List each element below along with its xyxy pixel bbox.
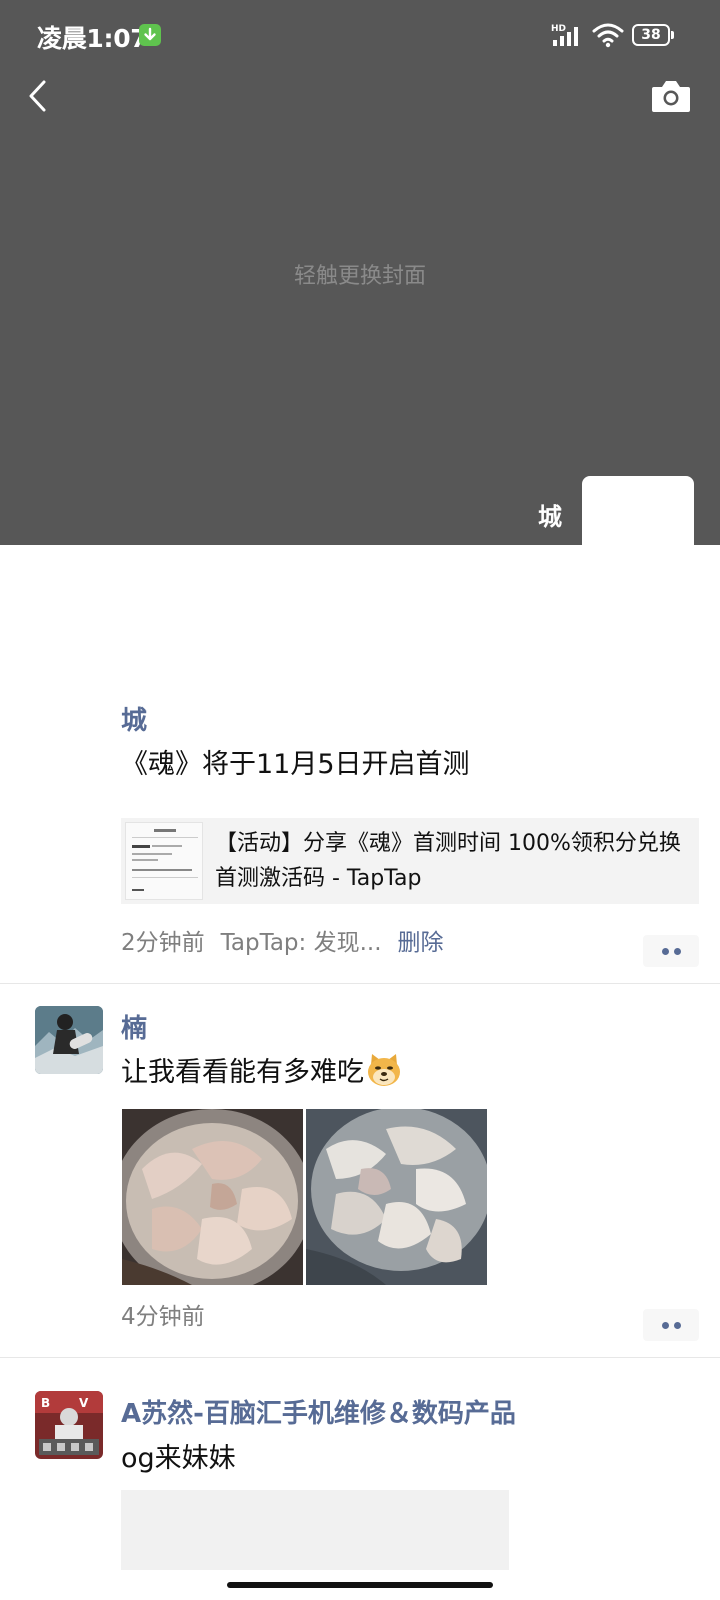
post-image[interactable] <box>306 1109 487 1285</box>
post-author[interactable]: 楠 <box>121 1008 147 1045</box>
post-text: og来妹妹 <box>121 1443 236 1474</box>
post-source-link[interactable]: TapTap: 发现... <box>221 930 382 956</box>
svg-text:B: B <box>41 1396 50 1410</box>
back-button[interactable] <box>18 74 62 118</box>
svg-text:HD: HD <box>551 24 566 34</box>
post-time: 2分钟前 <box>121 930 205 956</box>
more-actions-button[interactable] <box>643 1309 699 1341</box>
status-bar: 凌晨1:07 HD 38 <box>0 0 720 70</box>
home-indicator[interactable] <box>227 1582 493 1588</box>
post-time: 4分钟前 <box>121 1304 205 1330</box>
profile-name[interactable]: 城 <box>538 497 562 532</box>
delete-link[interactable]: 删除 <box>398 930 444 956</box>
post-image[interactable] <box>122 1109 303 1285</box>
post-text: 《魂》将于11月5日开启首测 <box>121 749 470 780</box>
doge-emoji-icon <box>366 1053 402 1094</box>
more-dots-icon <box>662 948 669 955</box>
link-title: 【活动】分享《魂》首测时间 100%领积分兑换首测激活码 - TapTap <box>215 831 681 891</box>
more-dots-icon <box>662 1322 669 1329</box>
battery-level: 38 <box>632 24 670 46</box>
link-card[interactable]: 【活动】分享《魂》首测时间 100%领积分兑换首测激活码 - TapTap <box>121 818 699 904</box>
link-thumbnail <box>125 822 203 900</box>
wifi-icon <box>592 22 624 48</box>
post-text-content: 让我看看能有多难吃 <box>121 1057 364 1088</box>
avatar[interactable] <box>35 1006 103 1074</box>
divider <box>0 1357 720 1358</box>
post-text: 让我看看能有多难吃 <box>121 1050 402 1094</box>
camera-icon <box>652 81 690 112</box>
signal-icon: HD <box>551 22 587 48</box>
status-time: 凌晨1:07 <box>37 24 148 53</box>
cover-area[interactable]: 凌晨1:07 HD 38 轻触更换封面 城 <box>0 0 720 545</box>
chevron-left-icon <box>29 80 46 112</box>
avatar[interactable]: B V <box>35 1391 103 1459</box>
change-cover-hint[interactable]: 轻触更换封面 <box>0 258 720 290</box>
post-author[interactable]: A苏然-百脑汇手机维修＆数码产品 <box>121 1393 516 1430</box>
profile-avatar[interactable] <box>582 476 694 545</box>
post-media[interactable] <box>121 1490 509 1570</box>
divider <box>0 983 720 984</box>
svg-text:V: V <box>79 1396 89 1410</box>
battery-icon: 38 <box>632 24 674 46</box>
post-meta: 4分钟前 <box>121 1297 205 1331</box>
camera-button[interactable] <box>650 76 692 116</box>
post-author[interactable]: 城 <box>121 700 147 737</box>
download-badge-icon <box>139 24 161 46</box>
post-meta: 2分钟前 TapTap: 发现... 删除 <box>121 923 444 957</box>
more-actions-button[interactable] <box>643 935 699 967</box>
